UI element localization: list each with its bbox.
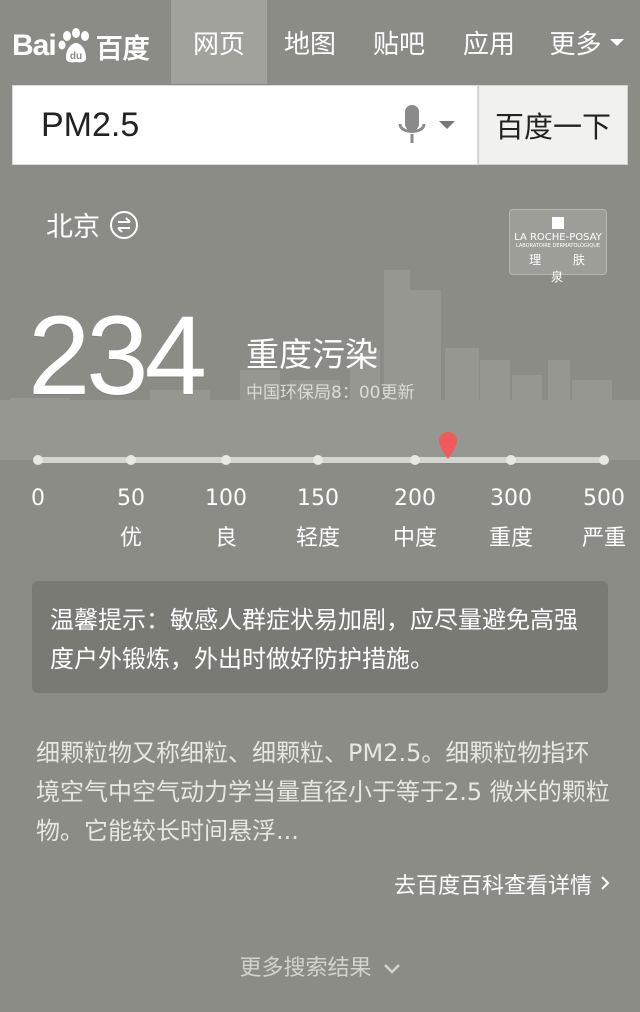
scale-tick-value: 0 xyxy=(31,486,45,511)
search-box xyxy=(12,85,478,165)
sponsor-brand: LA ROCHE-POSAY xyxy=(514,232,602,243)
scale-tick-grade: 严重 xyxy=(581,526,626,551)
aqi-value: 234 xyxy=(28,293,207,418)
scale-tick-grade: 中度 xyxy=(392,526,437,551)
top-nav-bar: Bai du 百度 网页 地图 贴吧 应用 更多 xyxy=(0,0,640,84)
scale-tick-value: 100 xyxy=(205,486,247,511)
chevron-down-icon xyxy=(383,956,401,981)
search-row: 百度一下 xyxy=(12,85,628,165)
logo-chinese: 百度 xyxy=(95,33,150,65)
baike-link-label: 去百度百科查看详情 xyxy=(393,874,592,899)
pm25-description: 细颗粒物又称细粒、细颗粒、PM2.5。细颗粒物指环境空气中空气动力学当量直径小于… xyxy=(36,739,610,845)
scale-dot xyxy=(33,455,43,465)
chevron-right-icon xyxy=(600,872,610,897)
aqi-marker-icon xyxy=(438,432,457,459)
scale-dot xyxy=(126,455,136,465)
sponsor-square-icon xyxy=(552,217,564,229)
search-button[interactable]: 百度一下 xyxy=(478,85,628,165)
scale-tick-value: 150 xyxy=(297,486,339,511)
scale-tick-grade: 轻度 xyxy=(295,526,340,551)
tab-more[interactable]: 更多 xyxy=(533,0,640,84)
scale-dot xyxy=(410,455,420,465)
scale-dot xyxy=(506,455,516,465)
more-results-link[interactable]: 更多搜索结果 xyxy=(0,950,640,982)
scale-tick-grade: 良 xyxy=(214,526,237,551)
tab-more-label: 更多 xyxy=(549,29,602,60)
caret-down-icon xyxy=(609,38,624,46)
logo-latin: Bai xyxy=(12,29,57,62)
city-selector[interactable]: 北京 xyxy=(46,205,138,244)
scale-dot xyxy=(599,455,609,465)
city-name: 北京 xyxy=(46,212,100,243)
paw-icon: du xyxy=(58,28,94,64)
tab-map[interactable]: 地图 xyxy=(267,0,353,84)
logo-paw-text: du xyxy=(70,51,82,62)
sponsor-logo[interactable]: LA ROCHE-POSAY LABORATOIRE DERMATOLOGIQU… xyxy=(509,209,607,284)
health-tip: 温馨提示：敏感人群症状易加剧，应尽量避免高强度户外锻炼，外出时做好防护措施。 xyxy=(32,581,608,693)
voice-dropdown-icon[interactable] xyxy=(439,121,455,129)
sponsor-tagline: LABORATOIRE DERMATOLOGIQUE xyxy=(515,243,601,249)
switch-city-icon xyxy=(110,210,138,239)
search-input[interactable] xyxy=(13,86,383,164)
scale-tick-grade: 优 xyxy=(119,526,142,551)
nav-tabs: 网页 地图 贴吧 应用 更多 xyxy=(171,0,640,84)
scale-tick-grade: 重度 xyxy=(488,526,533,551)
tab-tieba[interactable]: 贴吧 xyxy=(353,0,445,84)
scale-dot xyxy=(221,455,231,465)
baidu-logo[interactable]: Bai du 百度 xyxy=(12,22,162,70)
baike-link[interactable]: 去百度百科查看详情 xyxy=(394,868,610,900)
aqi-level: 重度污染 xyxy=(246,335,378,374)
tab-apps[interactable]: 应用 xyxy=(445,0,533,84)
scale-tick-value: 50 xyxy=(117,486,145,511)
scale-tick-value: 300 xyxy=(490,486,532,511)
tab-web[interactable]: 网页 xyxy=(171,0,267,84)
scale-tick-value: 200 xyxy=(394,486,436,511)
scale-tick-value: 500 xyxy=(583,486,625,511)
sponsor-chinese: 理 肤 泉 xyxy=(529,253,599,284)
update-time: 中国环保局8：00更新 xyxy=(246,383,415,403)
microphone-icon[interactable] xyxy=(397,104,427,146)
scale-dot xyxy=(313,455,323,465)
more-results-label: 更多搜索结果 xyxy=(239,956,372,981)
